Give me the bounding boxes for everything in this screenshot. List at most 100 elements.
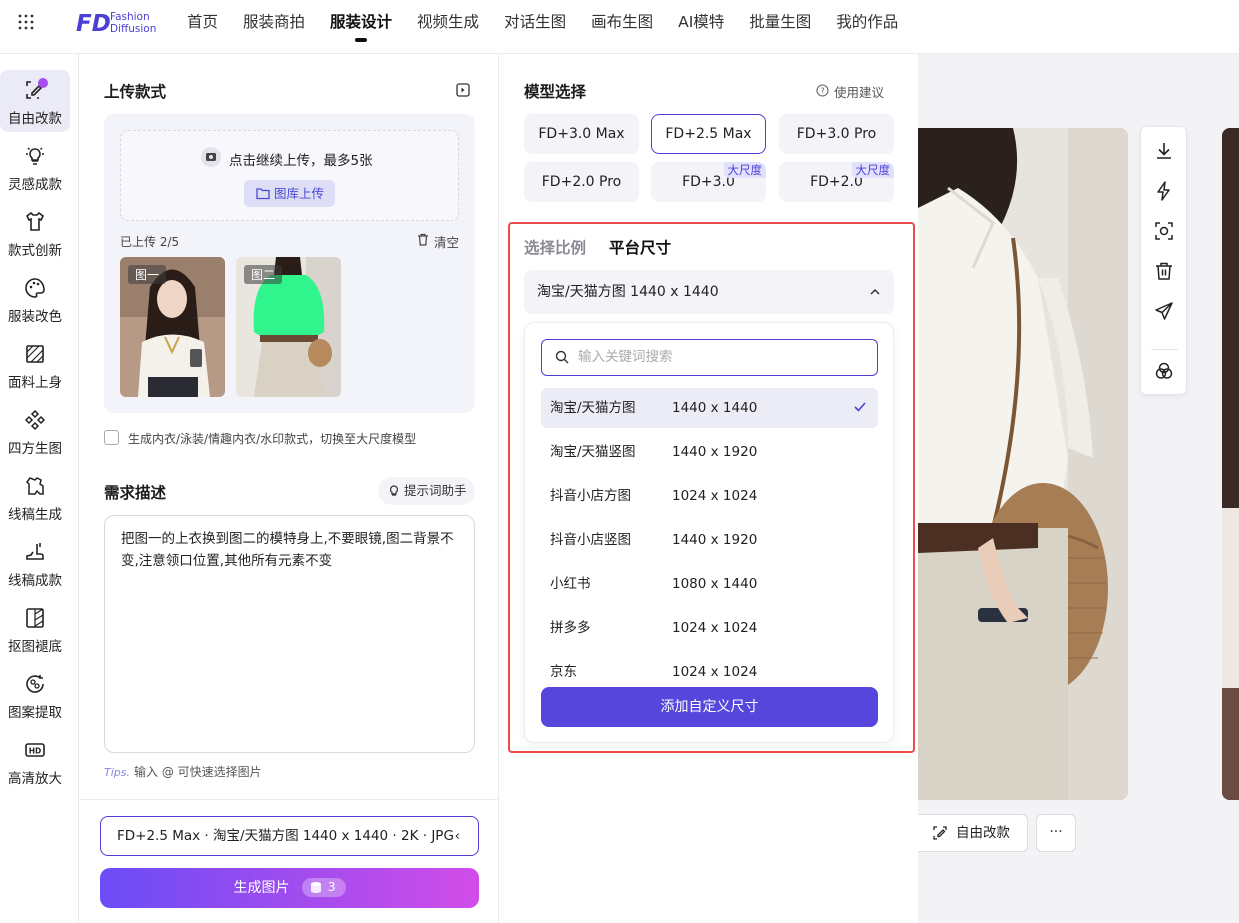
sidebar-item-inspiration[interactable]: 灵感成款 [0, 136, 70, 198]
result-photo-2 [1222, 128, 1239, 800]
add-custom-size-button[interactable]: 添加自定义尺寸 [541, 687, 878, 727]
delete-icon[interactable] [1153, 260, 1175, 282]
upload-area: 点击继续上传，最多5张 图库上传 已上传 2/5 清空 图一 图二 [104, 114, 475, 413]
divider [1151, 349, 1178, 350]
download-icon[interactable] [1153, 140, 1175, 162]
collapse-panel-icon[interactable] [456, 83, 470, 97]
svg-text:?: ? [820, 87, 824, 96]
upload-count: 已上传 2/5 [120, 235, 180, 249]
size-option[interactable]: 抖音小店方图 1024 x 1024 [541, 476, 878, 516]
nav-item[interactable]: 批量生图 [749, 0, 811, 54]
svg-text:HD: HD [29, 747, 42, 756]
sidebar-item-pattern[interactable]: 图案提取 [0, 664, 70, 726]
uploaded-image-2[interactable]: 图二 [236, 257, 341, 397]
result-image[interactable] [918, 128, 1128, 800]
sidebar-item-label: 线稿生成 [8, 507, 62, 523]
upload-section-title: 上传款式 [104, 83, 167, 101]
tab-platform-size[interactable]: 平台尺寸 [609, 236, 671, 258]
nav-item[interactable]: 视频生成 [417, 0, 479, 54]
color-filter-icon[interactable] [1153, 360, 1175, 382]
bulb-icon [390, 485, 398, 496]
size-option[interactable]: 淘宝/天猫竖图 1440 x 1920 [541, 432, 878, 472]
nav-item[interactable]: 画布生图 [591, 0, 653, 54]
palette-icon [25, 278, 45, 298]
upload-dropzone[interactable]: 点击继续上传，最多5张 图库上传 [120, 130, 459, 221]
model-option[interactable]: FD+3.0 Pro [779, 114, 894, 154]
clear-button[interactable]: 清空 [417, 232, 459, 251]
model-option[interactable]: FD+3.0 Max [524, 114, 639, 154]
coin-stack-icon [310, 882, 321, 893]
model-option[interactable]: FD+3.0 大尺度 [651, 162, 766, 202]
lightning-icon[interactable] [1153, 180, 1175, 202]
main-nav: 首页 服装商拍 服装设计 视频生成 对话生图 画布生图 AI模特 批量生图 我的作品 [187, 0, 923, 54]
send-icon[interactable] [1153, 300, 1175, 322]
platform-size-select[interactable]: 淘宝/天猫方图 1440 x 1440 [524, 270, 894, 314]
sidebar-item-label: 图案提取 [8, 705, 62, 721]
sidebar-item-sketch-to-style[interactable]: 线稿成款 [0, 532, 70, 594]
tab-ratio[interactable]: 选择比例 [524, 236, 586, 258]
size-option[interactable]: 小红书 1080 x 1440 [541, 564, 878, 604]
more-options-button[interactable]: ··· [1036, 814, 1076, 852]
uploaded-image-1[interactable]: 图一 [120, 257, 225, 397]
platform-size-dropdown: 淘宝/天猫方图1440 x 1440 淘宝/天猫竖图1440 x 1920 抖音… [524, 322, 894, 743]
diamond-grid-icon [24, 409, 46, 431]
nav-item[interactable]: AI模特 [678, 0, 724, 54]
sidebar-item-label: 抠图褪底 [8, 639, 62, 655]
result-photo [918, 128, 1128, 800]
sidebar-item-four-sided[interactable]: 四方生图 [0, 400, 70, 462]
model-option-selected[interactable]: FD+2.5 Max [651, 114, 766, 154]
nav-item[interactable]: 服装设计 [330, 0, 392, 54]
usage-advice-link[interactable]: ? 使用建议 [816, 82, 884, 101]
svg-text:FD: FD [76, 11, 111, 36]
free-edit-button[interactable]: 自由改款 [918, 814, 1028, 852]
sidebar-item-label: 线稿成款 [8, 573, 62, 589]
trash-icon [418, 233, 428, 246]
svg-text:Diffusion: Diffusion [110, 23, 156, 35]
nsfw-model-checkbox[interactable] [104, 430, 119, 445]
apps-grid-icon[interactable] [17, 13, 35, 31]
description-textarea[interactable]: 把图一的上衣换到图二的模特身上,不要眼镜,图二背景不变,注意领口位置,其他所有元… [104, 515, 475, 753]
hd-icon: HD [25, 743, 45, 757]
sidebar-item-upscale[interactable]: HD 高清放大 [0, 730, 70, 792]
size-option[interactable]: 抖音小店竖图 1440 x 1920 [541, 520, 878, 560]
sidebar-item-cutout[interactable]: 抠图褪底 [0, 598, 70, 660]
size-search-input[interactable] [578, 348, 868, 366]
sidebar-item-recolor[interactable]: 服装改色 [0, 268, 70, 330]
top-bar: FD Fashion Diffusion 首页 服装商拍 服装设计 视频生成 对话生图画… [0, 0, 1239, 54]
prompt-helper-button[interactable]: 提示词助手 [378, 477, 475, 505]
config-panel: 上传款式 点击继续上传，最多5张 图库上传 已上传 2/5 清空 图一 图二 生… [80, 54, 499, 923]
divider [80, 799, 499, 800]
sidebar-item-sketch-gen[interactable]: 线稿生成 [0, 466, 70, 528]
size-option[interactable]: 京东 1024 x 1024 [541, 652, 878, 677]
model-option[interactable]: FD+2.0 Pro [524, 162, 639, 202]
shirt-icon [25, 211, 45, 231]
sidebar-item-style-innovation[interactable]: 款式创新 [0, 202, 70, 264]
model-section-title: 模型选择 [524, 83, 587, 101]
sidebar-item-free-edit[interactable]: 自由改款 [0, 70, 70, 132]
gallery-upload-button[interactable]: 图库上传 [244, 180, 335, 207]
model-option[interactable]: FD+2.0 大尺度 [779, 162, 894, 202]
check-icon [854, 402, 866, 412]
nav-item[interactable]: 我的作品 [836, 0, 898, 54]
image-upload-icon [201, 147, 221, 167]
nav-item[interactable]: 服装商拍 [243, 0, 305, 54]
result-image-next[interactable] [1222, 128, 1239, 800]
sidebar-item-label: 自由改款 [8, 111, 62, 127]
description-title: 需求描述 [104, 484, 167, 502]
size-option-selected[interactable]: 淘宝/天猫方图 1440 x 1440 [541, 388, 878, 428]
size-option[interactable]: 拼多多 1024 x 1024 [541, 608, 878, 648]
fashion-diffusion-logo[interactable]: FD Fashion Diffusion [76, 8, 166, 36]
sidebar-item-fabric[interactable]: 面料上身 [0, 334, 70, 396]
sidebar-item-label: 灵感成款 [8, 177, 62, 193]
sidebar-item-label: 四方生图 [8, 441, 62, 457]
generation-settings-summary[interactable]: FD+2.5 Max · 淘宝/天猫方图 1440 x 1440 · 2K · … [100, 816, 479, 856]
image-tag: 图二 [244, 265, 283, 284]
nsfw-badge: 大尺度 [723, 162, 766, 178]
tool-sidebar: 自由改款 灵感成款 款式创新 服装改色 面料上身 四方生图 线稿生成 线稿成款 … [0, 54, 79, 923]
face-scan-icon[interactable] [1153, 220, 1175, 242]
generate-button[interactable]: 生成图片 3 [100, 868, 479, 908]
image-tag: 图一 [128, 265, 167, 284]
svg-text:Fashion: Fashion [110, 11, 150, 23]
nav-item[interactable]: 首页 [187, 0, 218, 54]
nav-item[interactable]: 对话生图 [504, 0, 566, 54]
